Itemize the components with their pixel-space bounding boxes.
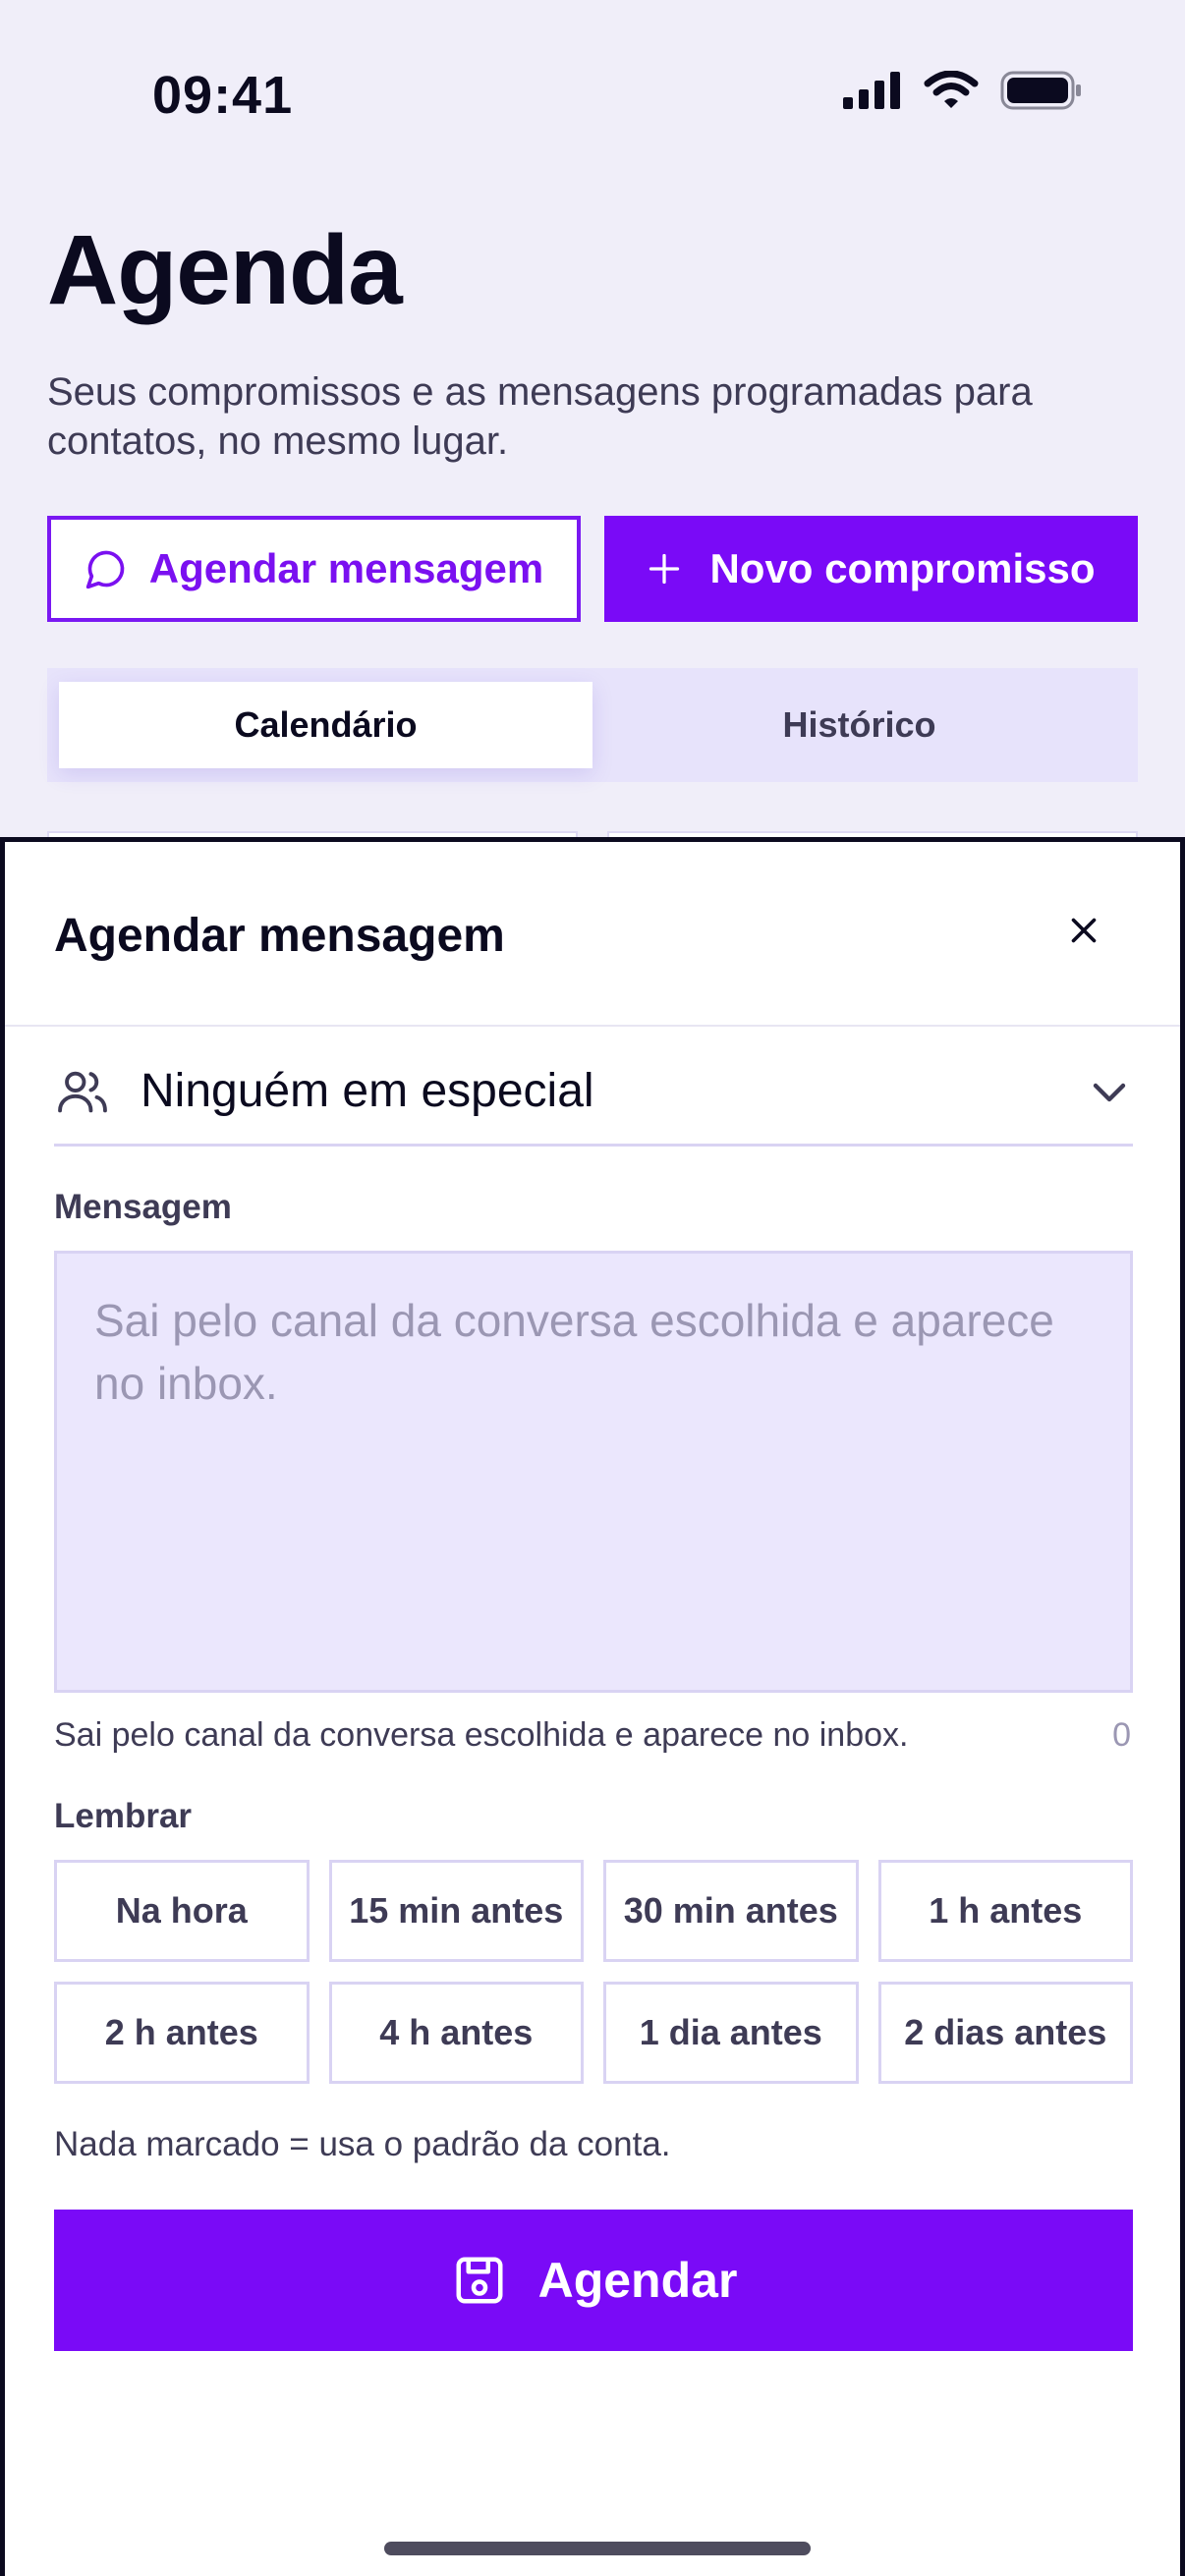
remind-option[interactable]: 2 h antes bbox=[54, 1982, 310, 2084]
remind-option[interactable]: 30 min antes bbox=[603, 1860, 859, 1962]
remind-options: Na hora 15 min antes 30 min antes 1 h an… bbox=[54, 1860, 1133, 2084]
status-time: 09:41 bbox=[152, 66, 294, 125]
remind-option[interactable]: 4 h antes bbox=[328, 1982, 584, 2084]
tab-history[interactable]: Histórico bbox=[592, 682, 1126, 768]
plus-icon bbox=[649, 553, 680, 585]
contact-select[interactable]: Ninguém em especial bbox=[54, 1038, 1133, 1147]
sheet-title: Agendar mensagem bbox=[54, 910, 505, 962]
page-title: Agenda bbox=[47, 215, 403, 325]
close-button[interactable] bbox=[1054, 901, 1113, 960]
chevron-down-icon bbox=[1093, 1083, 1126, 1101]
remind-option[interactable]: Na hora bbox=[54, 1860, 310, 1962]
new-appointment-button-label: Novo compromisso bbox=[709, 545, 1096, 591]
message-char-count: 0 bbox=[1112, 1716, 1131, 1754]
page-subtitle: Seus compromissos e as mensagens program… bbox=[47, 370, 1033, 463]
schedule-message-button-label: Agendar mensagem bbox=[148, 545, 544, 591]
new-appointment-button[interactable]: Novo compromisso bbox=[604, 516, 1138, 622]
sheet-divider bbox=[5, 1025, 1180, 1027]
status-bar: 09:41 bbox=[0, 0, 1185, 187]
submit-button-label: Agendar bbox=[537, 2253, 738, 2308]
default-note: Nada marcado = usa o padrão da conta. bbox=[54, 2125, 671, 2163]
chat-bubble-icon bbox=[85, 550, 125, 589]
message-label: Mensagem bbox=[54, 1188, 232, 1226]
users-icon bbox=[58, 1071, 107, 1112]
schedule-message-sheet: Agendar mensagem Ninguém em especial Men… bbox=[0, 837, 1185, 2576]
home-indicator bbox=[384, 2542, 811, 2555]
message-helper-text: Sai pelo canal da conversa escolhida e a… bbox=[54, 1716, 909, 1754]
schedule-message-button[interactable]: Agendar mensagem bbox=[47, 516, 581, 622]
close-icon bbox=[1071, 918, 1097, 943]
remind-option[interactable]: 15 min antes bbox=[328, 1860, 584, 1962]
remind-option[interactable]: 1 h antes bbox=[877, 1860, 1133, 1962]
save-icon bbox=[456, 2257, 503, 2304]
battery-icon bbox=[1000, 71, 1081, 110]
tab-calendar[interactable]: Calendário bbox=[59, 682, 592, 768]
view-tabs: Calendário Histórico bbox=[47, 668, 1138, 782]
remind-option[interactable]: 1 dia antes bbox=[603, 1982, 859, 2084]
contact-select-value: Ninguém em especial bbox=[141, 1065, 594, 1117]
remind-label: Lembrar bbox=[54, 1797, 193, 1835]
submit-schedule-button[interactable]: Agendar bbox=[54, 2210, 1133, 2351]
remind-option[interactable]: 2 dias antes bbox=[877, 1982, 1133, 2084]
message-input[interactable] bbox=[54, 1251, 1133, 1693]
wifi-icon bbox=[924, 71, 979, 108]
cellular-signal-icon bbox=[843, 72, 900, 109]
status-icons bbox=[843, 71, 1083, 110]
